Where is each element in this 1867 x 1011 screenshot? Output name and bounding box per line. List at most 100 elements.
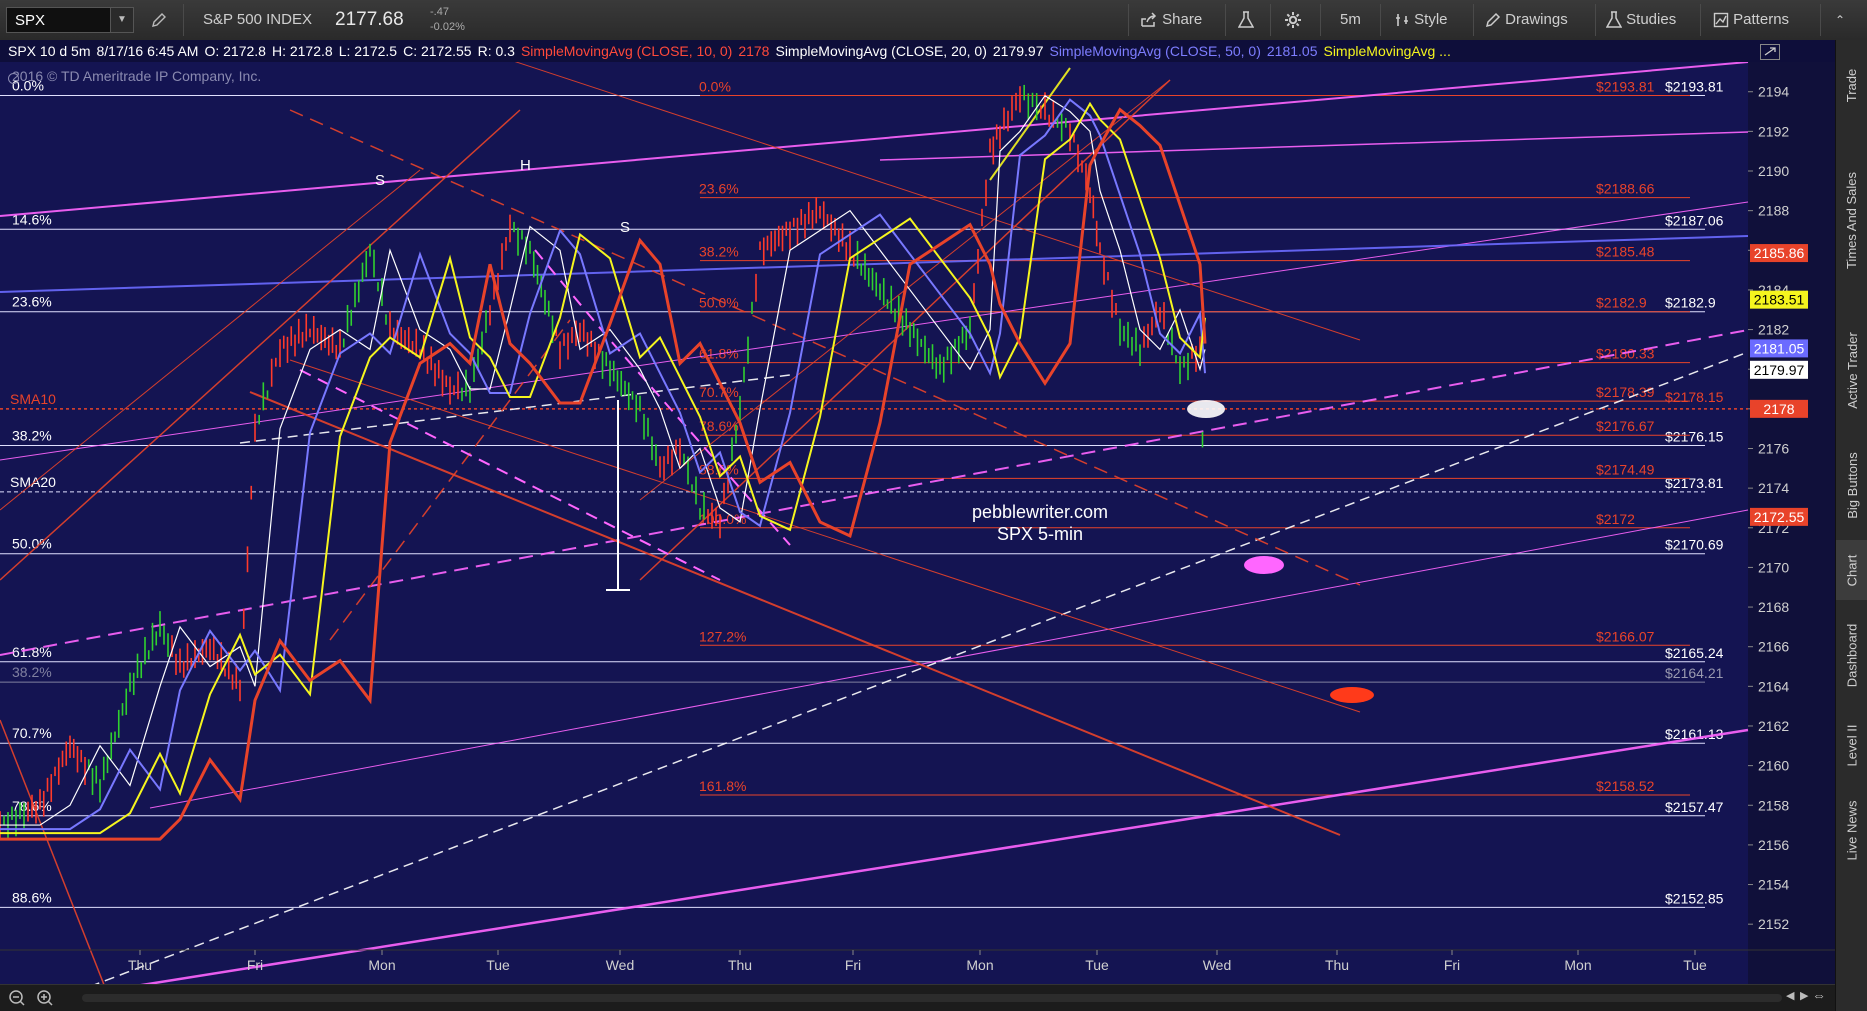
tab-chart[interactable]: Chart	[1836, 540, 1867, 600]
chart-scroll-bar[interactable]: ◀ ▶ ⇔	[0, 984, 1835, 1011]
y-tick-label: 2164	[1758, 678, 1789, 694]
fib-mid-label: 0.0%	[699, 78, 731, 94]
last-price: 2177.68	[335, 9, 404, 30]
y-tick-label: 2152	[1758, 916, 1789, 932]
sma20-value: 2179.97	[992, 43, 1044, 59]
white-level-label: $2173.81	[1665, 475, 1724, 491]
patterns-menu[interactable]: Patterns	[1713, 0, 1789, 40]
bar-range: R: 0.3	[477, 43, 515, 59]
magenta-wedge-line	[534, 249, 791, 546]
tab-times-and-sales-label: Times And Sales	[1844, 171, 1860, 269]
x-tick-label: Tue	[1085, 957, 1109, 973]
white-level-label: $2152.85	[1665, 890, 1724, 906]
style-menu[interactable]: Style	[1394, 0, 1448, 40]
tab-dashboard[interactable]: Dashboard	[1836, 605, 1867, 705]
sma50-label[interactable]: SimpleMovingAvg (CLOSE, 50, 0)	[1049, 43, 1260, 59]
chart-description: SPX 10 d 5m	[8, 43, 91, 59]
target-oval-magenta	[1244, 556, 1284, 574]
trend-line	[0, 169, 421, 511]
pencil-icon[interactable]	[150, 0, 168, 40]
sma20-label[interactable]: SimpleMovingAvg (CLOSE, 20, 0)	[775, 43, 986, 59]
x-tick-label: Tue	[486, 957, 510, 973]
price-chart[interactable]: $2193.81 $2187.06 $2182.9 $2176.15 $2173.81 $…	[0, 40, 1835, 1010]
symbol-description: S&P 500 INDEX	[203, 11, 312, 28]
expand-icon[interactable]	[1760, 44, 1780, 60]
price-badge-label: 2181.05	[1754, 340, 1805, 356]
red-level-label: $2158.52	[1596, 778, 1655, 794]
symbol-text: SPX	[15, 12, 46, 29]
y-tick-label: 2194	[1758, 84, 1789, 100]
zoom-in-icon[interactable]	[37, 990, 53, 1006]
sma-level-label: SMA10	[10, 391, 56, 407]
sma-white-line	[0, 94, 1206, 826]
patterns-icon	[1713, 12, 1729, 28]
tab-chart-label: Chart	[1844, 554, 1860, 586]
red-level-label: $2166.07	[1596, 628, 1655, 644]
x-tick-label: Mon	[368, 957, 395, 973]
chevron-down-icon[interactable]: ▼	[110, 8, 133, 32]
white-level-label: $2176.15	[1665, 429, 1724, 445]
scroll-right-icon[interactable]: ▶	[1800, 989, 1808, 1002]
copyright-circle-icon	[8, 73, 19, 84]
collapse-toolbar-icon[interactable]: ⌃	[1835, 0, 1845, 40]
tab-live-news-label: Live News	[1844, 800, 1860, 860]
y-tick-label: 2154	[1758, 877, 1789, 893]
red-level-label: $2174.49	[1596, 461, 1655, 477]
sma10-label[interactable]: SimpleMovingAvg (CLOSE, 10, 0)	[521, 43, 732, 59]
sma-more-label[interactable]: SimpleMovingAvg ...	[1323, 43, 1450, 59]
gear-icon[interactable]	[1284, 0, 1302, 40]
tab-level-ii[interactable]: Level II	[1836, 710, 1867, 780]
side-tabs-panel: Trade Times And Sales Active Trader Big …	[1835, 40, 1867, 1011]
price-badge-label: 2178	[1763, 401, 1794, 417]
y-tick-label: 2162	[1758, 718, 1789, 734]
trend-line	[479, 49, 1361, 341]
trend-line	[0, 109, 521, 581]
flask-icon[interactable]	[1237, 0, 1255, 40]
y-tick-label: 2174	[1758, 480, 1789, 496]
tab-active-trader-label: Active Trader	[1844, 331, 1860, 409]
fib-mid-label: 161.8%	[699, 778, 746, 794]
studies-menu[interactable]: Studies	[1605, 0, 1676, 40]
tab-big-buttons[interactable]: Big Buttons	[1836, 435, 1867, 535]
drawing-pen-icon	[1485, 12, 1501, 28]
scrollbar-track[interactable]	[82, 994, 1782, 1002]
sma10-red-line	[0, 107, 1207, 841]
tab-live-news[interactable]: Live News	[1836, 785, 1867, 875]
trend-line	[140, 728, 1749, 984]
fib-left-label: 70.7%	[12, 725, 52, 741]
x-tick-label: Mon	[1564, 957, 1591, 973]
style-icon	[1396, 14, 1408, 27]
fib-mid-label: 23.6%	[699, 181, 739, 197]
y-tick-label: 2156	[1758, 837, 1789, 853]
net-change: -.47	[430, 6, 449, 18]
white-level-label: $2164.21	[1665, 665, 1724, 681]
tab-active-trader[interactable]: Active Trader	[1836, 310, 1867, 430]
tab-times-and-sales[interactable]: Times And Sales	[1836, 130, 1867, 310]
zoom-out-icon[interactable]	[9, 990, 25, 1006]
x-tick-label: Thu	[128, 957, 152, 973]
style-label: Style	[1414, 11, 1448, 28]
y-tick-label: 2182	[1758, 322, 1789, 338]
bar-open: O: 2172.8	[204, 43, 266, 59]
expand-chart-icon[interactable]: ⇔	[1812, 987, 1826, 1003]
tab-trade-label: Trade	[1844, 68, 1860, 102]
fib-left-label: 23.6%	[12, 294, 52, 310]
share-button[interactable]: Share	[1140, 0, 1202, 40]
x-tick-label: Thu	[1325, 957, 1349, 973]
study-header: SPX 10 d 5m 8/17/16 6:45 AM O: 2172.8 H: 21…	[0, 40, 1835, 62]
price-badge-label: 2185.86	[1754, 245, 1805, 261]
tab-level-ii-label: Level II	[1844, 724, 1860, 766]
drawings-menu[interactable]: Drawings	[1485, 0, 1568, 40]
timeframe-selector[interactable]: 5m	[1340, 0, 1361, 40]
y-tick-label: 2190	[1758, 163, 1789, 179]
chart-canvas[interactable]: $2193.81 $2187.06 $2182.9 $2176.15 $2173.81 $…	[0, 40, 1835, 984]
bar-datetime: 8/17/16 6:45 AM	[96, 43, 199, 59]
fib-mid-label: 127.2%	[699, 628, 746, 644]
symbol-selector[interactable]: SPX ▼	[6, 7, 134, 33]
scroll-left-icon[interactable]: ◀	[1786, 989, 1794, 1002]
bar-close: C: 2172.55	[403, 43, 472, 59]
tab-trade[interactable]: Trade	[1836, 50, 1867, 120]
white-level-label: $2165.24	[1665, 645, 1724, 661]
x-tick-label: Mon	[966, 957, 993, 973]
y-tick-label: 2166	[1758, 639, 1789, 655]
